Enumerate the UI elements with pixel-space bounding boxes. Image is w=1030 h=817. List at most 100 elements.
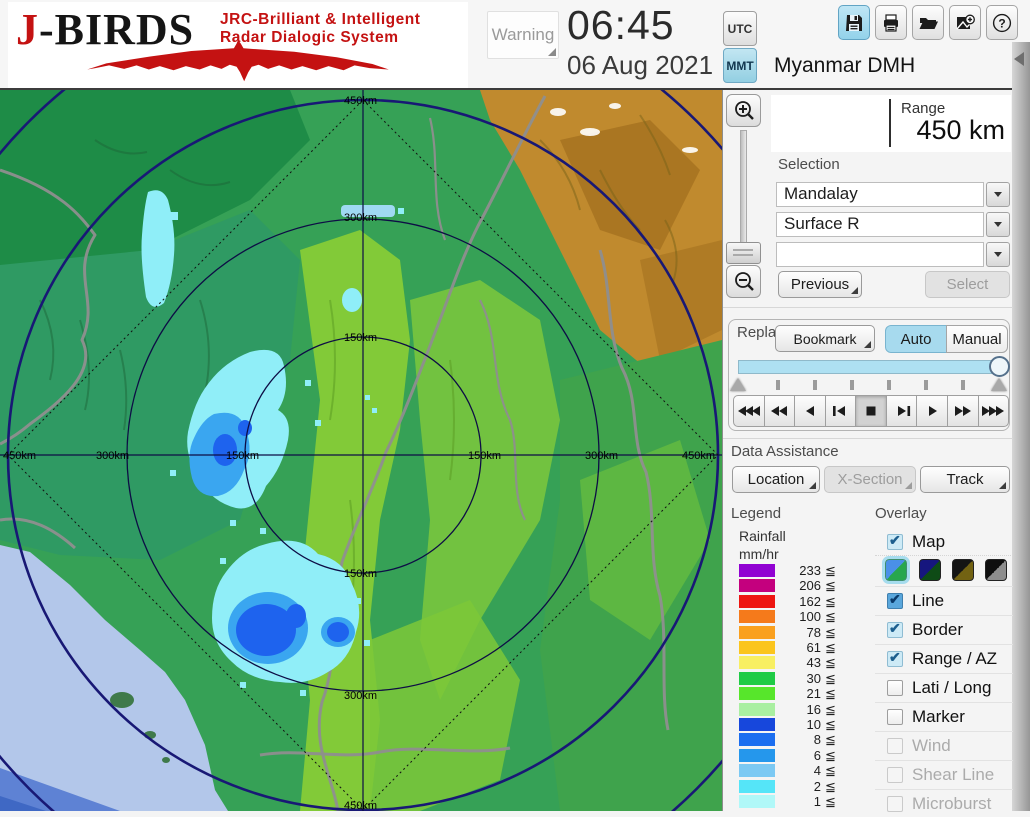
overlay-item-lati-long[interactable]: Lati / Long	[875, 673, 1013, 701]
open-folder-button[interactable]	[912, 5, 944, 40]
previous-button[interactable]: Previous	[778, 271, 862, 298]
map-style-black-gray[interactable]	[985, 559, 1007, 581]
radar-map-canvas: 450km300km150km450km300km150km150km300km…	[0, 90, 722, 811]
checkbox[interactable]	[887, 680, 903, 696]
ring-label: 450km	[344, 95, 377, 107]
track-button[interactable]: Track	[920, 466, 1010, 493]
location-button[interactable]: Location	[732, 466, 820, 493]
replay-mode-auto-button[interactable]: Auto	[885, 325, 947, 353]
dropdown-value[interactable]	[776, 242, 984, 267]
forward-fastest-button[interactable]	[978, 395, 1010, 427]
legend-row: 206 ≦	[739, 579, 859, 593]
rewind-fast-button[interactable]	[764, 395, 796, 427]
svg-text:?: ?	[998, 16, 1005, 30]
chevron-down-icon	[994, 252, 1002, 257]
legend-value: 10	[777, 717, 821, 732]
legend-color-swatch	[739, 626, 775, 639]
overlay-item-label: Lati / Long	[912, 678, 991, 698]
step-forward-button[interactable]	[886, 395, 918, 427]
zoom-in-button[interactable]	[726, 94, 761, 127]
legend-color-swatch	[739, 687, 775, 700]
replay-range-end-marker[interactable]	[991, 378, 1007, 391]
dropdown-value[interactable]: Mandalay	[776, 182, 984, 207]
legend-comparator: ≦	[825, 779, 836, 795]
overlay-title: Overlay	[875, 505, 927, 522]
dropdown-value[interactable]: Surface R	[776, 212, 984, 237]
x-section-button[interactable]: X-Section	[824, 466, 916, 493]
legend-unit: mm/hr	[739, 546, 779, 562]
zoom-slider-handle[interactable]	[726, 242, 761, 264]
legend-value: 1	[777, 794, 821, 809]
checkbox[interactable]	[887, 593, 903, 609]
replay-mode-manual-button[interactable]: Manual	[946, 325, 1008, 353]
collapse-panel-arrow-icon[interactable]	[1014, 52, 1024, 66]
checkbox[interactable]	[887, 796, 903, 812]
map-style-navy-darkgreen[interactable]	[919, 559, 941, 581]
checkbox[interactable]	[887, 622, 903, 638]
separator	[723, 438, 1013, 439]
dropdown-arrow-button[interactable]	[986, 212, 1010, 237]
overlay-item-wind[interactable]: Wind	[875, 731, 1013, 759]
radar-map[interactable]: 450km300km150km450km300km150km150km300km…	[0, 90, 722, 811]
checkbox[interactable]	[887, 738, 903, 754]
save-button[interactable]	[838, 5, 870, 40]
select-button[interactable]: Select	[925, 271, 1010, 298]
warning-button[interactable]: Warning	[487, 11, 559, 59]
legend-comparator: ≦	[825, 594, 836, 610]
legend-comparator: ≦	[825, 671, 836, 687]
add-image-button[interactable]	[949, 5, 981, 40]
timezone-toggle: UTCMMT	[723, 11, 759, 86]
play-icon	[921, 405, 943, 417]
checkbox[interactable]	[887, 767, 903, 783]
rewind-fastest-button[interactable]	[733, 395, 765, 427]
ring-label: 150km	[344, 568, 377, 580]
replay-slider-track[interactable]	[738, 360, 1004, 374]
ring-label: 150km	[226, 450, 259, 462]
timezone-mmt-button[interactable]: MMT	[723, 48, 757, 83]
legend-comparator: ≦	[825, 578, 836, 594]
overlay-item-label: Border	[912, 620, 963, 640]
legend-color-swatch	[739, 564, 775, 577]
legend-value: 206	[777, 578, 821, 593]
checkbox[interactable]	[887, 534, 903, 550]
overlay-item-line[interactable]: Line	[875, 586, 1013, 614]
play-button[interactable]	[916, 395, 948, 427]
play-reverse-button[interactable]	[794, 395, 826, 427]
zoom-in-icon	[733, 100, 755, 122]
overlay-item-marker[interactable]: Marker	[875, 702, 1013, 730]
ring-label: 300km	[585, 450, 618, 462]
forward-fast-button[interactable]	[947, 395, 979, 427]
separator	[723, 307, 1013, 308]
ring-label: 300km	[344, 212, 377, 224]
map-style-blue-green[interactable]	[885, 559, 907, 581]
legend-row: 78≦	[739, 626, 859, 640]
clock-date: 06 Aug 2021	[567, 50, 713, 81]
checkbox[interactable]	[887, 709, 903, 725]
checkbox[interactable]	[887, 651, 903, 667]
step-backward-button[interactable]	[825, 395, 857, 427]
overlay-item-microburst[interactable]: Microburst	[875, 789, 1013, 817]
chevron-down-icon	[994, 222, 1002, 227]
step-backward-icon	[829, 405, 851, 417]
help-icon: ?	[992, 13, 1012, 33]
timezone-utc-button[interactable]: UTC	[723, 11, 757, 46]
dropdown-arrow-button[interactable]	[986, 242, 1010, 267]
overlay-item-range-az[interactable]: Range / AZ	[875, 644, 1013, 672]
overlay-item-map[interactable]: Map	[875, 528, 1013, 555]
play-reverse-icon	[799, 405, 821, 417]
legend-quantity: Rainfall	[739, 528, 786, 544]
zoom-out-button[interactable]	[726, 265, 761, 298]
bookmark-button[interactable]: Bookmark	[775, 325, 875, 352]
ring-label: 450km	[344, 800, 377, 811]
overlay-item-border[interactable]: Border	[875, 615, 1013, 643]
replay-range-start-marker[interactable]	[730, 378, 746, 391]
replay-slider-handle[interactable]	[989, 356, 1010, 377]
print-button[interactable]	[875, 5, 907, 40]
playback-controls	[733, 395, 1009, 427]
stop-button[interactable]	[855, 395, 887, 427]
overlay-item-shear-line[interactable]: Shear Line	[875, 760, 1013, 788]
dropdown-arrow-button[interactable]	[986, 182, 1010, 207]
help-button[interactable]: ?	[986, 5, 1018, 40]
legend-value: 4	[777, 763, 821, 778]
map-style-black-olive[interactable]	[952, 559, 974, 581]
